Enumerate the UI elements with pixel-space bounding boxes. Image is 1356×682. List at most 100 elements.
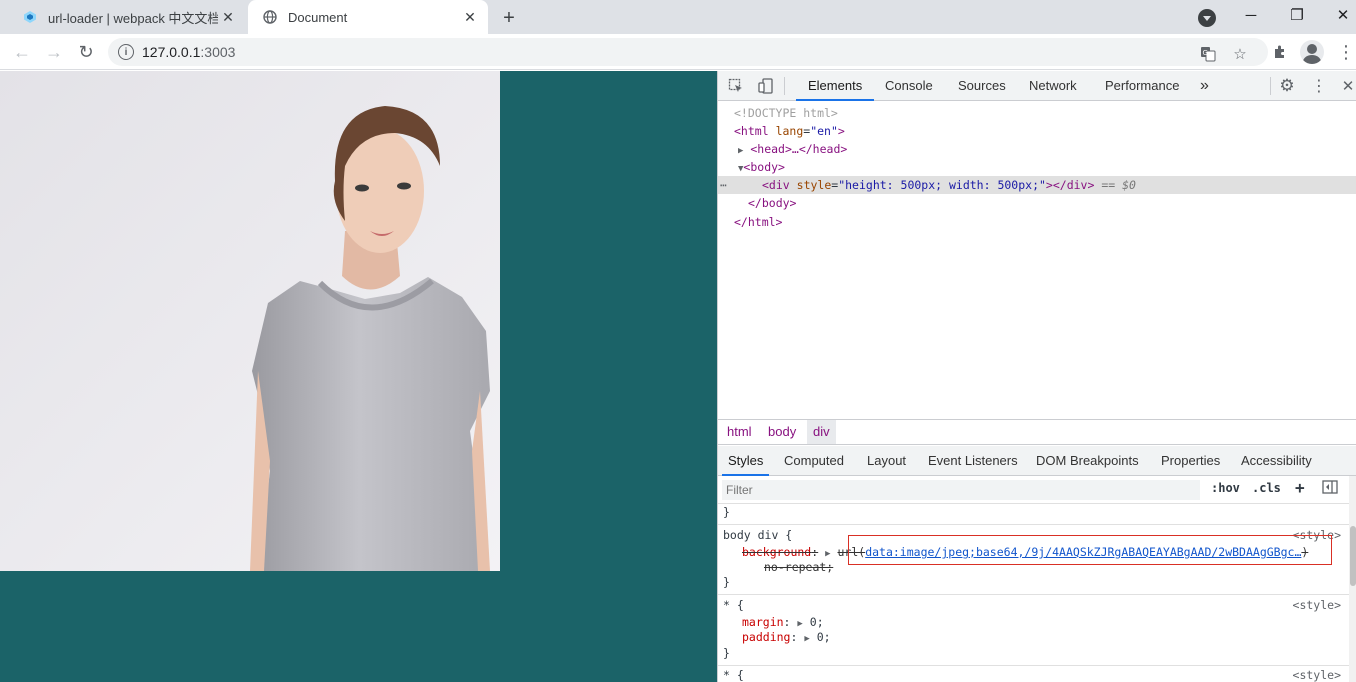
body-close-tag: </body>: [748, 196, 797, 210]
body-tag: <body>: [743, 160, 785, 174]
inspect-element-icon[interactable]: [726, 76, 746, 96]
lang-value: "en": [810, 124, 838, 138]
tab-sources[interactable]: Sources: [958, 71, 1006, 101]
rule-divider: [718, 594, 1349, 595]
padding-declaration[interactable]: padding: ▶ 0;: [742, 630, 831, 645]
tab-layout[interactable]: Layout: [867, 446, 906, 476]
hov-button[interactable]: :hov: [1211, 481, 1240, 495]
div-close-tag: ></div>: [1045, 178, 1095, 192]
scrollbar-thumb[interactable]: [1350, 526, 1356, 586]
tab-event-listeners[interactable]: Event Listeners: [928, 446, 1018, 476]
tab-title: Document: [288, 9, 348, 25]
close-tab-icon[interactable]: ✕: [218, 7, 238, 27]
styles-filter-input[interactable]: [722, 480, 1200, 500]
rule-source-link[interactable]: <style>: [1293, 668, 1341, 682]
toggle-sidebar-icon[interactable]: [1322, 480, 1338, 497]
padding-value: 0;: [816, 630, 831, 644]
reload-icon[interactable]: ↻: [74, 40, 98, 64]
devtools-panel: Elements Console Sources Network Perform…: [717, 71, 1356, 682]
margin-prop: margin: [742, 615, 784, 629]
new-style-rule-button[interactable]: +: [1295, 478, 1305, 497]
address-bar[interactable]: i 127.0.0.1:3003 G ☆: [108, 38, 1268, 66]
background-prop: background: [742, 545, 812, 559]
forward-icon[interactable]: →: [42, 40, 66, 64]
dom-div-node[interactable]: <div style="height: 500px; width: 500px;…: [762, 176, 1136, 194]
head-tag: <head>…</head>: [750, 142, 848, 156]
styles-scrollbar[interactable]: [1349, 476, 1356, 682]
device-toolbar-icon[interactable]: [756, 76, 776, 96]
minimize-icon[interactable]: ─: [1238, 4, 1264, 26]
new-tab-button[interactable]: +: [498, 7, 520, 29]
extensions-icon[interactable]: [1270, 42, 1290, 62]
expand-triangle-icon[interactable]: ▶: [825, 549, 830, 559]
window-close-icon[interactable]: ✕: [1330, 4, 1356, 26]
rule-universal-selector[interactable]: * {: [723, 598, 744, 613]
rule-divider: [718, 524, 1349, 525]
div-tag: <div: [762, 178, 790, 192]
dom-head-node[interactable]: ▶ <head>…</head>: [738, 140, 847, 158]
html-tag: <html: [734, 124, 769, 138]
styles-subtabs: Styles Computed Layout Event Listeners D…: [718, 446, 1356, 476]
console-ref: == $0: [1101, 178, 1136, 192]
rule-source-link[interactable]: <style>: [1293, 598, 1341, 613]
rule-close: }: [723, 646, 730, 660]
cls-button[interactable]: .cls: [1252, 481, 1281, 495]
rule-universal-selector-2[interactable]: * {: [723, 668, 744, 682]
tab-title: url-loader | webpack 中文文档: [48, 10, 218, 26]
tab-elements[interactable]: Elements: [796, 71, 875, 101]
margin-value: 0;: [809, 615, 824, 629]
tab-styles[interactable]: Styles: [722, 446, 770, 476]
dom-body-node[interactable]: ▼<body>: [738, 158, 785, 176]
settings-gear-icon[interactable]: ⚙: [1277, 76, 1297, 96]
tab-network[interactable]: Network: [1029, 71, 1077, 101]
tab-dom-breakpoints[interactable]: DOM Breakpoints: [1036, 446, 1139, 476]
restore-icon[interactable]: ❐: [1284, 4, 1310, 26]
bookmark-star-icon[interactable]: ☆: [1230, 44, 1250, 64]
styles-pane: } body div { <style> background: ▶ url(d…: [718, 504, 1349, 682]
background-photo: [0, 71, 500, 571]
url-port: :3003: [200, 44, 236, 60]
breadcrumb-div[interactable]: div: [807, 420, 836, 444]
tab-document[interactable]: Document ✕: [248, 0, 488, 34]
devtools-menu-icon[interactable]: ⋮: [1309, 76, 1329, 96]
tab-search-icon[interactable]: [1198, 9, 1216, 27]
expand-triangle-icon[interactable]: ▶: [804, 634, 809, 644]
dom-doctype[interactable]: <!DOCTYPE html>: [734, 104, 838, 122]
dom-html-close[interactable]: </html>: [734, 213, 782, 231]
more-tabs-icon[interactable]: »: [1200, 71, 1209, 101]
tab-url-loader[interactable]: url-loader | webpack 中文文档 ✕: [8, 0, 246, 34]
url-text: 127.0.0.1:3003: [142, 44, 235, 60]
dom-body-close[interactable]: </body>: [748, 194, 796, 212]
site-info-icon[interactable]: i: [118, 44, 134, 60]
close-devtools-icon[interactable]: ✕: [1338, 76, 1356, 96]
tab-performance[interactable]: Performance: [1105, 71, 1179, 101]
translate-icon[interactable]: G: [1198, 44, 1218, 64]
breadcrumb-html[interactable]: html: [727, 420, 752, 444]
tab-console[interactable]: Console: [885, 71, 933, 101]
rule-body-div-selector[interactable]: body div {: [723, 528, 792, 543]
node-ellipsis-icon[interactable]: ⋯: [720, 176, 727, 194]
globe-icon: [262, 9, 278, 25]
html-close-tag: </html>: [734, 215, 783, 229]
tab-accessibility[interactable]: Accessibility: [1241, 446, 1312, 476]
tab-strip: url-loader | webpack 中文文档 ✕ Document ✕ +…: [0, 0, 1356, 34]
margin-declaration[interactable]: margin: ▶ 0;: [742, 615, 824, 630]
breadcrumb-body[interactable]: body: [768, 420, 796, 444]
dom-html-node[interactable]: <html lang="en">: [734, 122, 845, 140]
dom-tree: <!DOCTYPE html> <html lang="en"> ▶ <head…: [718, 101, 1356, 419]
tab-computed[interactable]: Computed: [784, 446, 844, 476]
close-tab-icon[interactable]: ✕: [460, 7, 480, 27]
rule-divider: [718, 665, 1349, 666]
profile-avatar[interactable]: [1300, 40, 1324, 64]
browser-menu-icon[interactable]: ⋮: [1336, 42, 1356, 62]
tab-properties[interactable]: Properties: [1161, 446, 1220, 476]
svg-text:G: G: [1203, 49, 1208, 57]
expand-triangle-icon[interactable]: ▶: [797, 619, 802, 629]
highlight-box: [848, 535, 1332, 565]
back-icon[interactable]: ←: [10, 40, 34, 64]
style-value: "height: 500px; width: 500px;": [838, 178, 1046, 192]
styles-filter-bar: :hov .cls +: [718, 476, 1356, 504]
toolbar-divider: [784, 77, 785, 95]
expand-triangle-icon[interactable]: ▶: [738, 146, 743, 156]
webpack-icon: [22, 9, 38, 25]
